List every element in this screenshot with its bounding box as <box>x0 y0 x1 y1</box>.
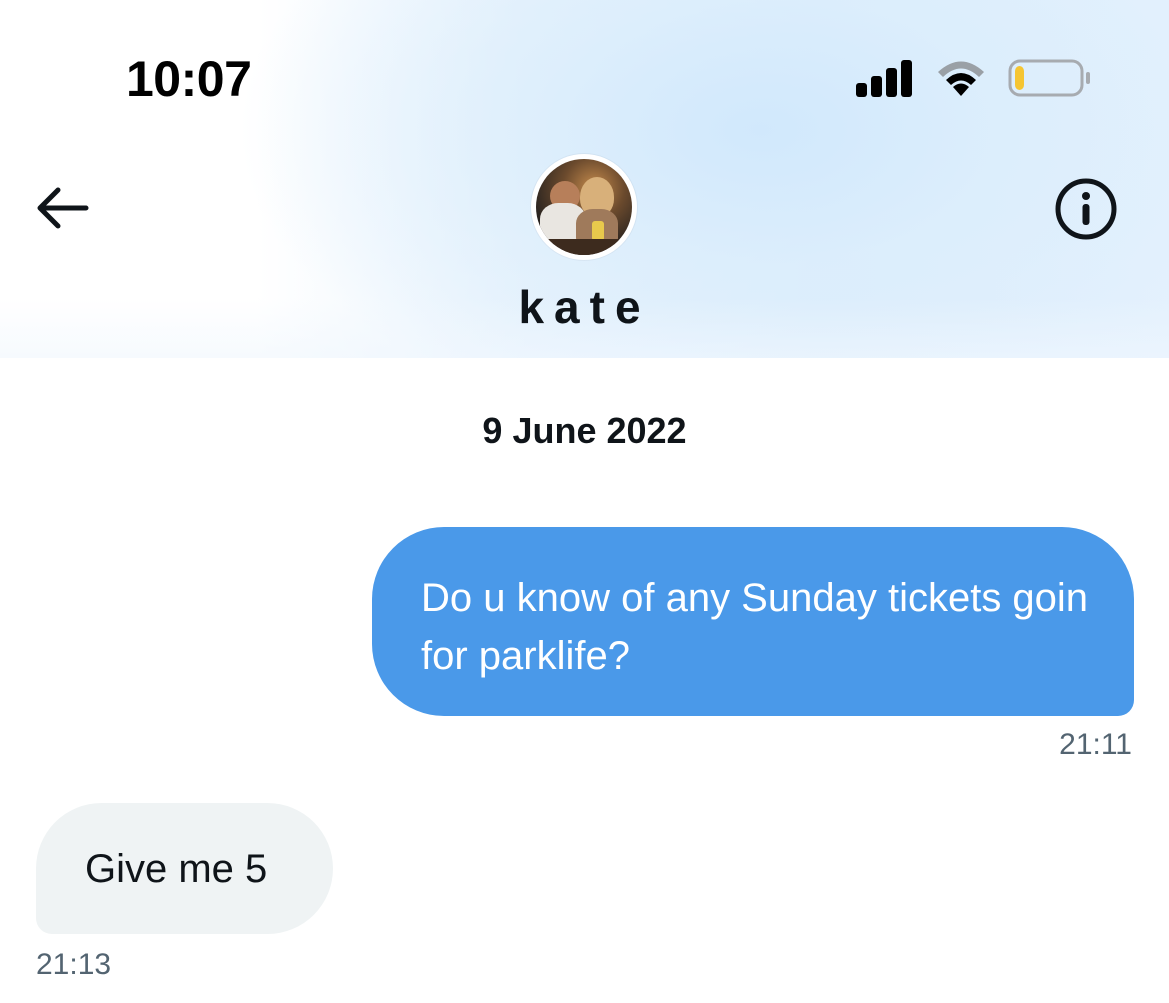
incoming-message-bubble[interactable]: Give me 5 <box>36 803 333 934</box>
contact-avatar[interactable] <box>531 154 637 260</box>
back-arrow-icon[interactable] <box>34 184 90 232</box>
message-timestamp: 21:11 <box>1059 728 1132 761</box>
wifi-icon <box>938 61 984 96</box>
battery-icon <box>1008 59 1090 97</box>
outgoing-message-bubble[interactable]: Do u know of any Sunday tickets goin for… <box>372 527 1134 716</box>
contact-name[interactable]: kate <box>0 280 1169 334</box>
date-separator: 9 June 2022 <box>482 410 687 451</box>
status-time: 10:07 <box>126 51 252 107</box>
info-circle-icon[interactable] <box>1054 177 1118 241</box>
avatar-photo <box>536 159 632 255</box>
battery-level-fill <box>1015 66 1024 90</box>
message-timestamp: 21:13 <box>36 948 112 981</box>
cellular-signal-icon <box>856 59 914 97</box>
